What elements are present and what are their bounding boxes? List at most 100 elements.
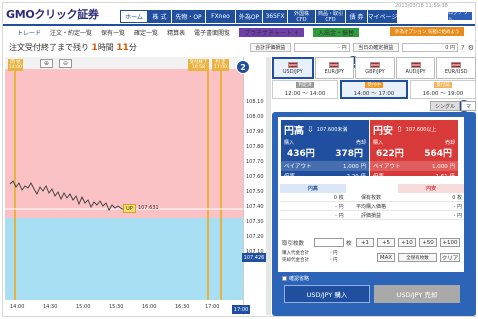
pos-head-low: 円安 (398, 184, 465, 193)
zoom-out-icon[interactable]: ⊖ (59, 59, 72, 68)
x-tick: 16:30 (175, 304, 190, 310)
deadline-minutes: 11 (116, 43, 129, 53)
qty-max-button[interactable]: MAX (377, 253, 395, 262)
x-tick: 14:30 (43, 304, 58, 310)
y-tick: 107.70 (246, 159, 264, 165)
qty-plus-5[interactable]: +5 (377, 238, 395, 247)
nav-fx-option[interactable]: 外為OP (236, 10, 263, 23)
nav-stock[interactable]: 株 式 (148, 10, 172, 23)
mode-tabs: シングル マ (272, 101, 476, 111)
nav-fxneo[interactable]: FXneo (206, 10, 236, 23)
position-table: 円高 円安 0 枚 保有枚数 0 枚 - 円 平均購入価格 - 円 - 円 評価… (280, 184, 465, 220)
pos-right: - 円 (453, 212, 463, 219)
qty-plus-1[interactable]: +1 (356, 238, 374, 247)
subnav-trade[interactable]: トレード (17, 28, 41, 37)
nav-mypage[interactable]: マイページ (368, 10, 398, 23)
quote-title: 円安 (373, 126, 393, 137)
buy-order-button[interactable]: USD/JPY 購入 (284, 285, 370, 303)
subnav-positions[interactable]: 保有一覧 (101, 28, 125, 37)
pos-right: 0 枚 (452, 194, 463, 201)
sell-label: 売却 (355, 140, 366, 146)
nav-home[interactable]: ホーム (120, 10, 148, 23)
nav-365fx[interactable]: 365FX (263, 10, 288, 23)
total-buy-value: - 円 (330, 251, 338, 256)
main-nav: ホーム 株 式 先物・OP FXneo 外為OP 365FX 外国株 CFD 商品… (120, 10, 398, 23)
logo[interactable]: GMOクリック証券 (6, 6, 99, 22)
payout-value: 1,000 円 (343, 164, 366, 170)
nav-commodity-cfd[interactable]: 商品・取引 CFD (316, 10, 346, 23)
quote-yen-high[interactable]: 円高 ⇩ 107.600未満 購入 売却 436円 378円 ペイアウト 1,0… (281, 120, 369, 180)
quote-yen-low[interactable]: 円安 ⇧ 107.600以上 購入 売却 622円 564円 ペイアウト 1,0… (370, 120, 458, 180)
nav-futures[interactable]: 先物・OP (172, 10, 206, 23)
flag-icon (451, 61, 462, 68)
qty-plus-10[interactable]: +10 (398, 238, 416, 247)
total-buy-label: 購入代金合計 (282, 251, 309, 256)
subnav-documents[interactable]: 電子書面閲覧 (194, 28, 230, 37)
strike-marker: UP (123, 204, 136, 213)
quote-strike: 107.600未満 (316, 127, 348, 133)
tab-single[interactable]: シングル (429, 101, 460, 111)
y-tick: 108.00 (246, 114, 264, 120)
pair-eurjpy[interactable]: EUR/JPY (314, 57, 355, 79)
help-banner[interactable]: 外為オプション 気軽に始めよう (390, 27, 465, 36)
nav-bond[interactable]: 債 券 (346, 10, 368, 23)
session-1[interactable]: 判定済 12:00 ～ 14:00 (272, 80, 338, 99)
price-chart (5, 180, 243, 211)
help-icon[interactable]: ? (461, 44, 465, 52)
pos-left: - 円 (335, 212, 344, 219)
pos-left: 0 枚 (333, 194, 344, 201)
x-tick: 15:30 (109, 304, 124, 310)
session-3[interactable]: 受付前 16:00 ～ 19:00 (410, 80, 476, 99)
platinum-chart-button[interactable]: プラチナチャート + (239, 27, 304, 37)
y-tick: 107.20 (246, 234, 264, 240)
logout-button[interactable]: ログアウト (447, 10, 473, 23)
payout-value: 1,000 円 (432, 164, 455, 170)
session-selector: 判定済 12:00 ～ 14:00 受付中 14:00 ～ 17:00 受付前 16:… (272, 80, 476, 99)
pair-gbpjpy[interactable]: GBP/JPY (355, 57, 395, 79)
total-sell-value: - 円 (330, 258, 338, 263)
qty-all-button[interactable]: 全保有枚数 (398, 253, 437, 262)
strike-label: 107.631 (138, 205, 159, 211)
flag-icon (369, 61, 380, 68)
ratio-value: 1.61 倍 (435, 174, 456, 180)
pos-label: 保有枚数 (361, 194, 382, 201)
subnav-orders[interactable]: 注文・約定一覧 (50, 28, 92, 37)
y-tick: 107.30 (246, 219, 264, 225)
pair-usdjpy[interactable]: USD/JPY (272, 57, 314, 79)
qty-input[interactable] (314, 238, 344, 247)
flag-icon (410, 61, 421, 68)
tab-multi[interactable]: マ (460, 101, 476, 111)
deposit-button[interactable]: 入出金・振替 (312, 27, 359, 37)
confirm-label: 確認省略 (289, 276, 310, 282)
current-price-tag: 107.426 (242, 253, 266, 262)
pair-eurusd[interactable]: EUR/USD (436, 57, 476, 79)
session-2[interactable]: 受付中 14:00 ～ 17:00 (340, 80, 408, 99)
x-tick: 14:00 (10, 304, 25, 310)
qty-plus-100[interactable]: +100 (440, 238, 460, 247)
pos-left: - 円 (335, 203, 344, 210)
nav-foreign-stock-cfd[interactable]: 外国株 CFD (288, 10, 316, 23)
subnav-statement[interactable]: 精算表 (167, 28, 185, 37)
pnl-summary: 合計評価損益 - 円 当日の確定損益 0 円 ? ⚙ (250, 42, 474, 53)
qty-clear-button[interactable]: クリア (440, 253, 460, 262)
zoom-in-icon[interactable]: ⊕ (40, 59, 53, 68)
total-eval-value: - 円 (293, 43, 350, 52)
table-row: 0 枚 保有枚数 0 枚 (280, 193, 464, 202)
gear-icon[interactable]: ⚙ (468, 44, 474, 52)
hours-unit: 時間 (97, 43, 114, 52)
chart-scrollbar[interactable] (266, 57, 271, 315)
confirm-skip[interactable]: 確認省略 (282, 275, 309, 282)
order-deadline: 注文受付終了まで残り 1時間 11分 (9, 42, 137, 53)
y-tick: 107.80 (246, 144, 264, 150)
pos-right: - 円 (453, 203, 463, 210)
sell-price: 564円 (424, 149, 452, 159)
confirm-checkbox[interactable] (282, 276, 287, 281)
subnav-settled[interactable]: 確定一覧 (134, 28, 158, 37)
payout-label: ペイアウト (284, 164, 312, 170)
minutes-unit: 分 (128, 43, 137, 52)
sell-label: 売却 (444, 140, 455, 146)
flag-icon (329, 61, 340, 68)
sell-order-button[interactable]: USD/JPY 売却 (374, 285, 460, 303)
pair-audjpy[interactable]: AUD/JPY (395, 57, 436, 79)
qty-plus-50[interactable]: +50 (419, 238, 437, 247)
